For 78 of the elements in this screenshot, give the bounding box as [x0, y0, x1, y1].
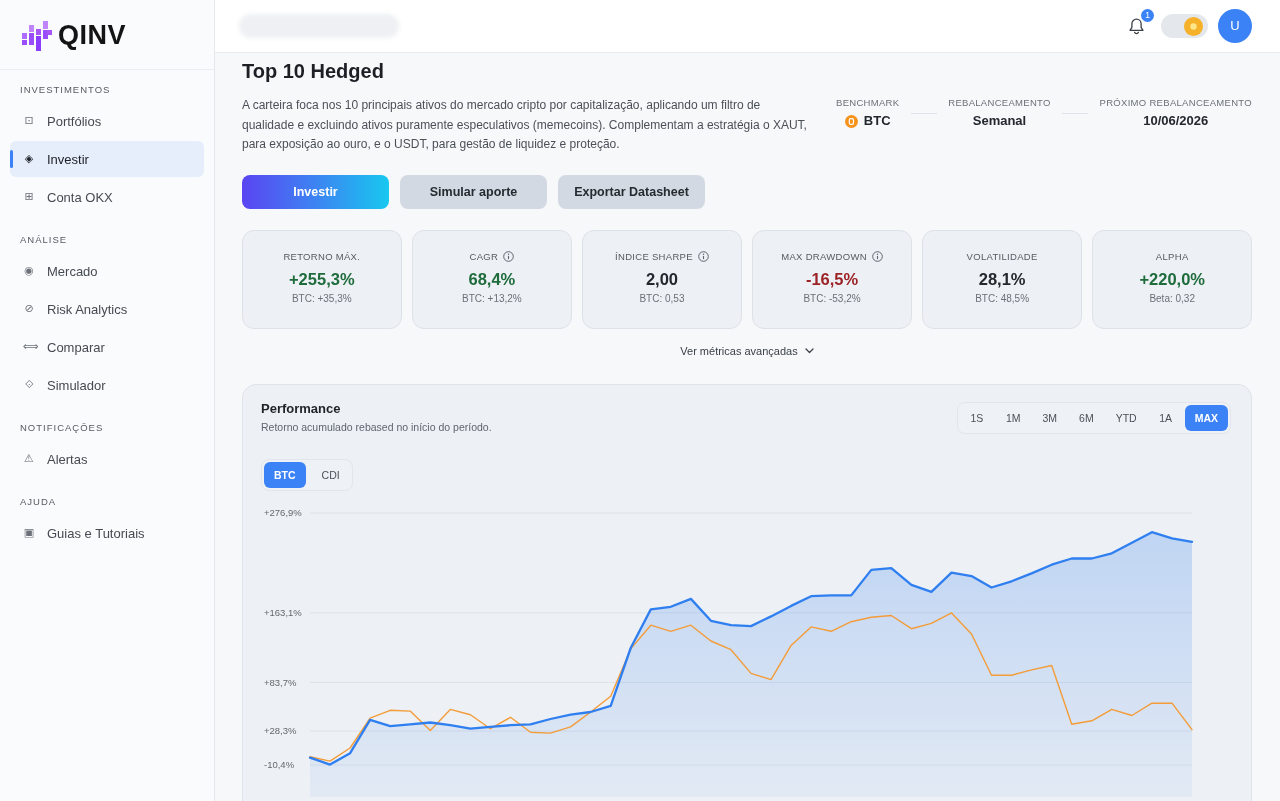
meta-label: PRÓXIMO REBALANCEAMENTO	[1099, 97, 1252, 109]
y-axis-label: +163,1%	[264, 606, 302, 618]
metric-comparison: BTC: 0,53	[639, 291, 685, 305]
coin-icon	[844, 114, 858, 128]
benchmark-tab[interactable]: BTC	[264, 461, 306, 488]
nav-item[interactable]: ⊡ Portfólios	[10, 103, 204, 139]
metric-value: 68,4%	[468, 268, 516, 290]
metric-value: 2,00	[645, 268, 678, 290]
section-heading: AJUDA	[19, 496, 58, 508]
y-axis-label: -10,4%	[264, 758, 295, 770]
meta-value: 10/06/2026	[1143, 112, 1209, 130]
nav-item[interactable]: ⟐ Simulador	[10, 367, 204, 403]
metric-value: 28,1%	[978, 268, 1026, 290]
metric-label: RETORNO MÁX.	[283, 250, 361, 263]
nav-item[interactable]: ⊞ Conta OKX	[10, 179, 204, 215]
info-icon[interactable]	[697, 251, 709, 262]
info-icon[interactable]	[871, 251, 883, 262]
benchmark-tab[interactable]: CDI	[311, 461, 350, 488]
meta-value: BTC	[863, 112, 891, 130]
logo-icon	[22, 18, 52, 51]
range-tab[interactable]: 1S	[959, 404, 994, 431]
y-axis-label: +83,7%	[264, 676, 297, 688]
theme-toggle[interactable]	[1161, 14, 1208, 38]
section-heading: ANÁLISE	[19, 234, 69, 246]
range-tab[interactable]: 1M	[995, 404, 1031, 431]
nav-item[interactable]: ⟺ Comparar	[10, 329, 204, 365]
action-button[interactable]: Investir	[242, 174, 389, 209]
meta-label: REBALANCEAMENTO	[948, 97, 1051, 109]
slashed-circle-icon: ⊘	[23, 302, 35, 316]
section-heading: NOTIFICAÇÕES	[19, 422, 105, 434]
target-circle-icon: ◉	[23, 264, 35, 278]
metric-comparison: BTC: -53,2%	[803, 291, 861, 305]
metric-value: +255,3%	[289, 268, 355, 290]
panel-subtitle: Retorno acumulado rebased no início do período.	[261, 419, 492, 434]
portfolio-description: A carteira foca nos 10 principais ativos do mercado cripto por capitalização, aplicando um filtro de qualidade e excluindo ativos puramente especulativos (memecoins). Complementam a estratégia o XAUT, para exposição ao ouro, e o USDT, para gestão de liquidez e proteção.	[242, 97, 808, 153]
metric-label: ALPHA	[1155, 250, 1189, 263]
grid-square-icon: ⊞	[23, 190, 35, 204]
action-button[interactable]: Simular aporte	[400, 174, 547, 209]
y-axis-label: +276,9%	[264, 506, 302, 518]
nav-item[interactable]: ◈ Investir	[10, 141, 204, 177]
range-tab[interactable]: 3M	[1032, 404, 1068, 431]
nav-item[interactable]: ◉ Mercado	[10, 253, 204, 289]
metric-value: -16,5%	[805, 268, 859, 290]
action-button[interactable]: Exportar Datasheet	[558, 174, 705, 209]
metric-comparison: Beta: 0,32	[1149, 291, 1195, 305]
page-title: Top 10 Hedged	[242, 59, 385, 84]
metric-value: +220,0%	[1139, 268, 1205, 290]
metric-comparison: BTC: +13,2%	[462, 291, 522, 305]
range-tab[interactable]: 6M	[1069, 404, 1104, 431]
square-dot-icon: ⊡	[23, 114, 35, 128]
nav-item[interactable]: ▣ Guias e Tutoriais	[10, 515, 204, 551]
meta-value: Semanal	[972, 112, 1027, 130]
meta-label: BENCHMARK	[836, 97, 900, 109]
filled-square-icon: ▣	[23, 526, 35, 540]
notification-badge: 1	[1141, 8, 1154, 22]
range-tab[interactable]: MAX	[1184, 404, 1228, 431]
section-heading: INVESTIMENTOS	[19, 84, 112, 96]
bell-icon[interactable]	[1129, 17, 1144, 35]
info-icon[interactable]	[503, 251, 515, 262]
range-tab[interactable]: 1A	[1148, 404, 1183, 431]
range-tab[interactable]: YTD	[1105, 404, 1147, 431]
y-axis-label: +28,3%	[264, 724, 297, 736]
nav-item[interactable]: ⚠ Alertas	[10, 441, 204, 477]
metric-label: MAX DRAWDOWN	[781, 250, 867, 263]
metric-label: VOLATILIDADE	[966, 250, 1038, 263]
diamond-icon: ◈	[23, 152, 35, 166]
metric-label: ÍNDICE SHARPE	[615, 250, 693, 263]
warning-icon: ⚠	[23, 452, 35, 466]
nav-item[interactable]: ⊘ Risk Analytics	[10, 291, 204, 327]
logo-text: QINV	[58, 18, 126, 51]
metric-comparison: BTC: 48,5%	[975, 291, 1030, 305]
sun-icon	[1184, 16, 1203, 36]
metric-comparison: BTC: +35,3%	[291, 291, 352, 305]
metric-label: CAGR	[469, 250, 499, 263]
panel-title: Performance	[261, 400, 342, 417]
diamond-dot-icon: ⟐	[23, 378, 35, 392]
avatar[interactable]: U	[1218, 9, 1252, 43]
advanced-metrics-toggle[interactable]: Ver métricas avançadas	[680, 340, 814, 361]
